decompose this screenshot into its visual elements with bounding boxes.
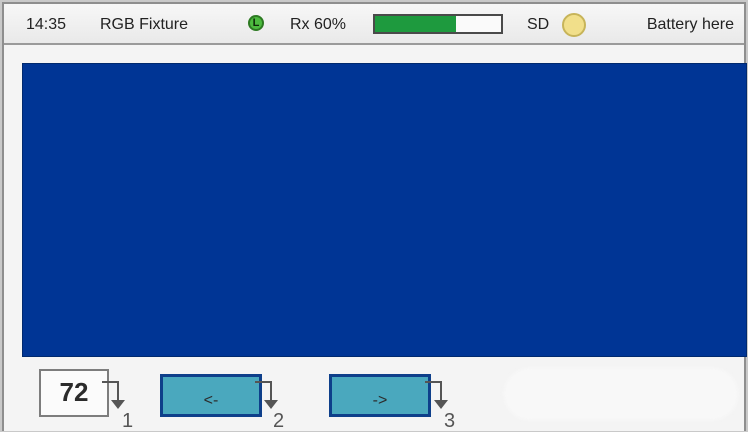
rx-signal-fill <box>375 16 456 32</box>
link-status-icon: L <box>248 15 264 31</box>
empty-panel <box>504 368 738 420</box>
rx-signal-bar <box>373 14 503 34</box>
color-preview <box>22 63 747 357</box>
key-number-2: 2 <box>273 410 285 432</box>
next-button[interactable]: -> <box>329 374 431 417</box>
key-arrow-icon <box>255 381 278 409</box>
fixture-title: RGB Fixture <box>100 16 189 33</box>
clock: 14:35 <box>26 16 67 33</box>
key-arrow-icon <box>425 381 448 409</box>
value-display[interactable]: 72 <box>39 369 109 417</box>
key-number-1: 1 <box>122 410 134 432</box>
key-arrow-icon <box>102 381 125 409</box>
device-screen: 14:35 RGB Fixture L Rx 60% SD Battery he… <box>2 2 747 432</box>
battery-indicator: Battery here <box>646 16 734 33</box>
sd-card-icon <box>562 13 586 37</box>
key-number-3: 3 <box>444 410 456 432</box>
sd-card-label: SD <box>527 16 550 33</box>
previous-button[interactable]: <- <box>160 374 262 417</box>
rx-signal-label: Rx 60% <box>290 16 347 33</box>
status-bar: 14:35 RGB Fixture L Rx 60% SD Battery he… <box>4 4 744 45</box>
